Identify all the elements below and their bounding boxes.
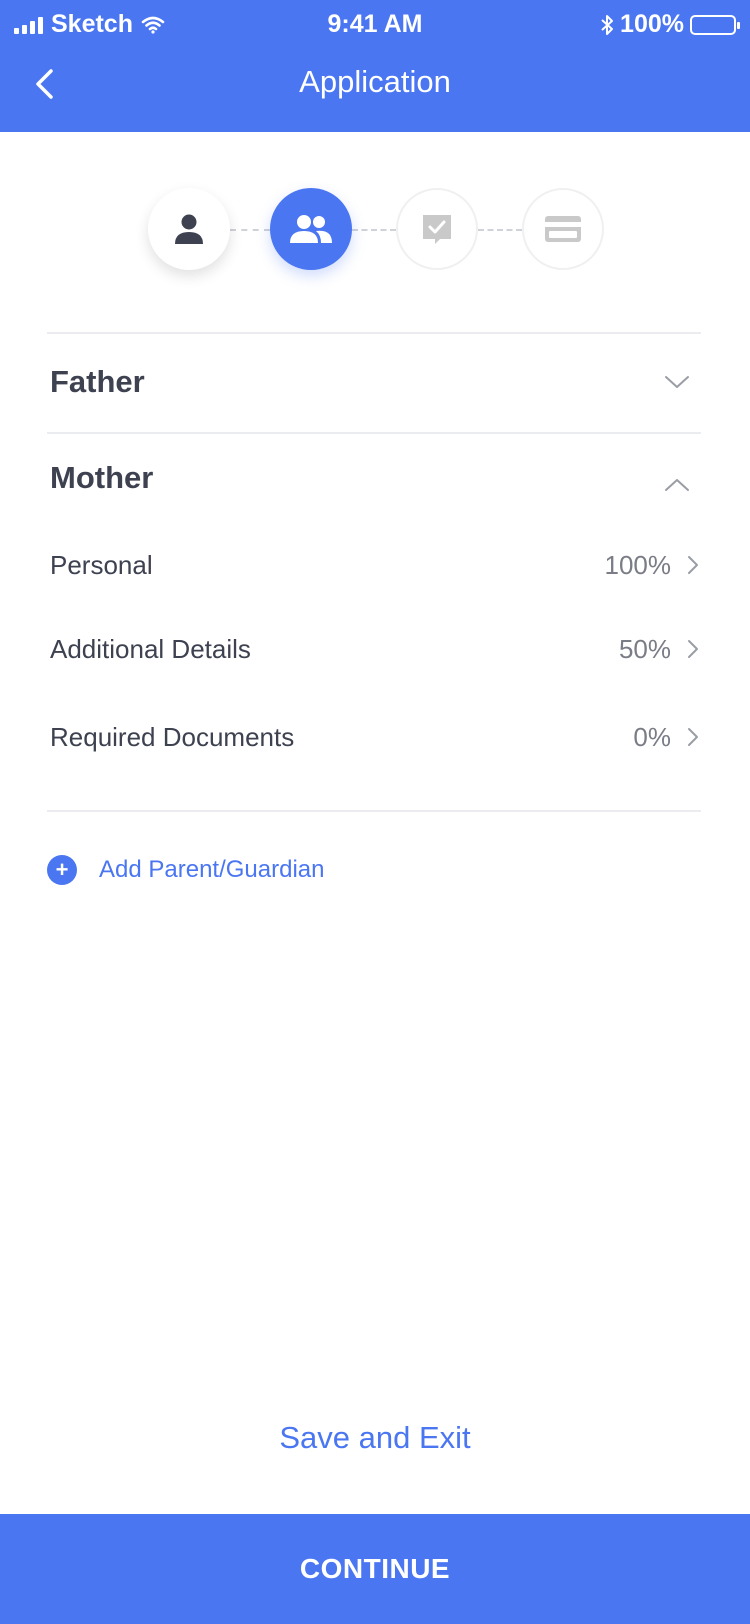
save-and-exit-button[interactable]: Save and Exit bbox=[0, 1420, 750, 1456]
continue-button[interactable]: CONTINUE bbox=[0, 1514, 750, 1624]
app-header: Sketch 9:41 AM 100% Application bbox=[0, 0, 750, 132]
people-icon bbox=[290, 215, 332, 243]
item-label: Required Documents bbox=[50, 721, 295, 752]
add-parent-label: Add Parent/Guardian bbox=[99, 856, 325, 883]
section-father[interactable]: Father bbox=[47, 352, 701, 412]
section-mother-title: Mother bbox=[50, 460, 154, 495]
step-connector bbox=[352, 229, 396, 231]
list-item-required-documents[interactable]: Required Documents 0% bbox=[47, 709, 701, 765]
progress-value: 0% bbox=[633, 721, 671, 752]
status-bar: Sketch 9:41 AM 100% bbox=[0, 6, 750, 42]
chevron-right-icon bbox=[688, 640, 698, 658]
add-parent-button[interactable]: + Add Parent/Guardian bbox=[47, 852, 324, 888]
credit-card-icon bbox=[545, 216, 581, 242]
progress-value: 100% bbox=[604, 549, 672, 580]
step-connector bbox=[230, 229, 270, 231]
step-payment[interactable] bbox=[522, 188, 604, 270]
section-mother[interactable]: Mother bbox=[47, 448, 701, 508]
item-label: Additional Details bbox=[50, 633, 251, 664]
chevron-right-icon bbox=[688, 556, 698, 574]
divider bbox=[47, 432, 701, 434]
plus-circle-icon: + bbox=[47, 855, 77, 885]
bluetooth-icon bbox=[601, 14, 614, 35]
chevron-down-icon bbox=[661, 366, 693, 398]
page-title: Application bbox=[299, 64, 451, 99]
step-connector bbox=[478, 229, 522, 231]
divider bbox=[47, 332, 701, 334]
section-father-title: Father bbox=[50, 364, 145, 399]
chevron-right-icon bbox=[688, 728, 698, 746]
battery-icon bbox=[690, 14, 740, 35]
step-applicant[interactable] bbox=[148, 188, 230, 270]
chevron-up-icon bbox=[661, 469, 693, 501]
list-item-additional-details[interactable]: Additional Details 50% bbox=[47, 621, 701, 677]
application-stepper bbox=[148, 188, 610, 272]
item-label: Personal bbox=[50, 549, 153, 580]
battery-percent: 100% bbox=[620, 10, 684, 38]
checkbox-icon bbox=[423, 215, 451, 244]
step-parents[interactable] bbox=[270, 188, 352, 270]
progress-value: 50% bbox=[618, 633, 671, 664]
list-item-personal[interactable]: Personal 100% bbox=[47, 537, 701, 593]
person-icon bbox=[175, 214, 203, 244]
step-review[interactable] bbox=[396, 188, 478, 270]
divider bbox=[47, 810, 701, 812]
